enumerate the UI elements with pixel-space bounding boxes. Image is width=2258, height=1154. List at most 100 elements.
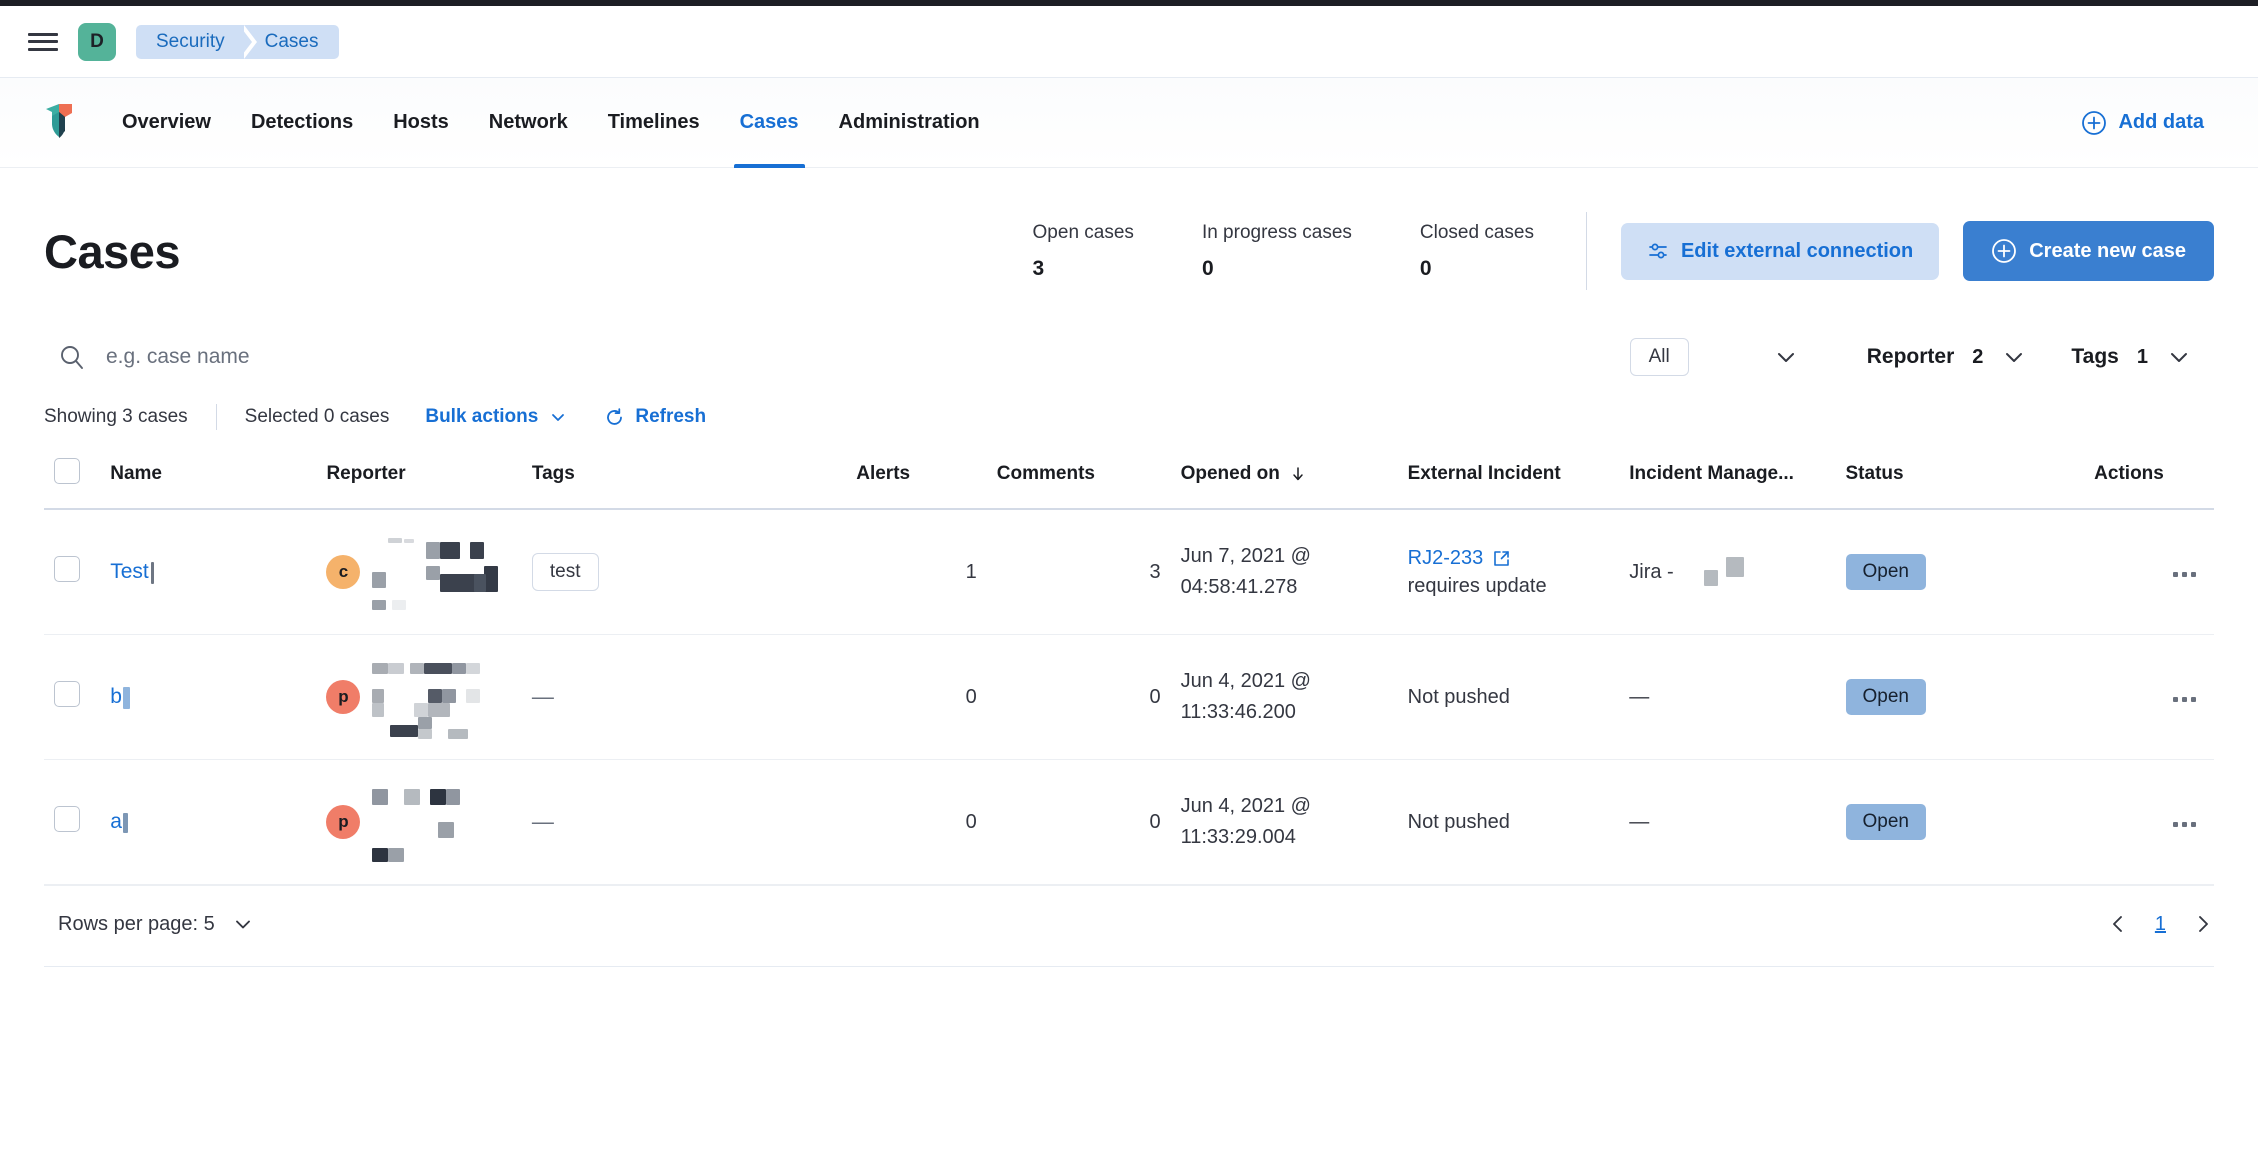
- alerts-cell: 0: [846, 634, 987, 760]
- actions-cell: [2084, 759, 2214, 885]
- opened-on-date: Jun 7, 2021 @: [1180, 545, 1311, 567]
- create-new-case-button[interactable]: Create new case: [1963, 221, 2214, 281]
- opened-on-time: 11:33:46.200: [1180, 701, 1296, 723]
- breadcrumb-item-security[interactable]: Security: [136, 24, 257, 59]
- table-row[interactable]: b p — 0 0 Jun 4, 2021 @ 11:33:46.200 Not…: [44, 634, 2214, 760]
- case-name-cell: b: [100, 634, 317, 760]
- status-filter-all-button[interactable]: All: [1629, 338, 1689, 376]
- ellipsis-icon[interactable]: [2165, 564, 2204, 585]
- status-badge[interactable]: Open: [1845, 679, 1926, 715]
- actions-cell: [2084, 509, 2214, 635]
- nav-item-overview[interactable]: Overview: [102, 78, 231, 168]
- column-header-status[interactable]: Status: [1835, 446, 2085, 510]
- stat-open-cases-label: Open cases: [1032, 221, 1134, 243]
- plus-in-circle-icon: [1991, 238, 2017, 264]
- tag-pill[interactable]: test: [531, 553, 599, 591]
- external-incident-id: RJ2-233: [1407, 546, 1484, 569]
- column-header-opened-on[interactable]: Opened on: [1170, 446, 1398, 510]
- space-avatar[interactable]: D: [78, 22, 116, 61]
- app-navigation: Overview Detections Hosts Network Timeli…: [0, 78, 2258, 168]
- table-utility-bar: Showing 3 cases Selected 0 cases Bulk ac…: [44, 396, 2214, 446]
- arrow-down-icon: [1289, 465, 1307, 483]
- chevron-down-icon: [548, 407, 568, 427]
- add-data-button[interactable]: Add data: [2081, 110, 2214, 136]
- chevron-down-icon: [231, 912, 255, 936]
- external-link-icon: [1492, 549, 1511, 568]
- nav-item-cases[interactable]: Cases: [720, 78, 819, 168]
- stat-closed-cases-value: 0: [1419, 256, 1432, 280]
- status-badge[interactable]: Open: [1845, 804, 1926, 840]
- cases-table: Name Reporter Tags Alerts Comments Opene…: [44, 446, 2214, 885]
- table-footer: Rows per page: 5 1: [44, 885, 2214, 966]
- refresh-label: Refresh: [635, 406, 707, 427]
- tags-filter-count: 1: [2136, 345, 2148, 368]
- column-header-external-incident[interactable]: External Incident: [1397, 446, 1620, 510]
- rows-per-page-selector[interactable]: Rows per page: 5: [58, 912, 255, 936]
- global-header: D Security Cases: [0, 6, 2258, 78]
- page-header-actions: Open cases 3 In progress cases 0 Closed …: [1033, 212, 2214, 290]
- table-row[interactable]: a p — 0 0 Jun 4, 2021 @ 11:33:29.004 Not…: [44, 759, 2214, 885]
- column-header-reporter[interactable]: Reporter: [316, 446, 522, 510]
- tags-cell: —: [521, 759, 847, 885]
- table-row[interactable]: Test c test 1 3 Jun 7, 2021 @ 04:58:41.2…: [44, 509, 2214, 635]
- external-incident-link[interactable]: RJ2-233: [1408, 547, 1512, 570]
- ellipsis-icon[interactable]: [2165, 689, 2204, 710]
- reporter-filter[interactable]: Reporter 2: [1845, 344, 2050, 370]
- status-badge[interactable]: Open: [1845, 554, 1926, 590]
- bulk-actions-button[interactable]: Bulk actions: [425, 406, 568, 428]
- chevron-left-icon[interactable]: [2107, 913, 2129, 935]
- tags-filter[interactable]: Tags 1: [2049, 344, 2214, 370]
- opened-on-time: 11:33:29.004: [1180, 826, 1296, 848]
- edit-external-connection-button[interactable]: Edit external connection: [1620, 222, 1940, 280]
- opened-on-date: Jun 4, 2021 @: [1180, 795, 1311, 817]
- case-name-link[interactable]: b: [110, 685, 122, 708]
- filter-bar: e.g. case name All Reporter 2 Tags 1: [44, 316, 2214, 396]
- row-checkbox[interactable]: [54, 556, 80, 582]
- reporter-filter-count: 2: [1972, 345, 1984, 368]
- column-header-comments[interactable]: Comments: [986, 446, 1171, 510]
- select-all-checkbox[interactable]: [54, 458, 80, 484]
- plus-in-circle-icon: [2081, 110, 2107, 136]
- external-incident-cell: Not pushed: [1397, 759, 1620, 885]
- nav-item-network[interactable]: Network: [469, 78, 588, 168]
- opened-on-time: 04:58:41.278: [1180, 576, 1298, 598]
- stat-open-cases-value: 3: [1032, 256, 1045, 280]
- nav-item-administration[interactable]: Administration: [819, 78, 1000, 168]
- reporter-name-redacted: [370, 661, 500, 739]
- reporter-name-redacted: [370, 786, 500, 862]
- chevron-right-icon[interactable]: [2192, 913, 2214, 935]
- refresh-icon: [604, 407, 625, 428]
- pagination-page-1[interactable]: 1: [2155, 913, 2166, 936]
- table-header: Name Reporter Tags Alerts Comments Opene…: [44, 446, 2214, 510]
- hamburger-icon[interactable]: [28, 31, 58, 53]
- stat-open-cases: Open cases 3: [1033, 222, 1168, 281]
- column-header-incident-management[interactable]: Incident Manage...: [1619, 446, 1836, 510]
- incident-management-cell: —: [1619, 634, 1836, 760]
- search-input[interactable]: e.g. case name: [58, 343, 1630, 371]
- refresh-button[interactable]: Refresh: [604, 406, 706, 428]
- column-header-alerts[interactable]: Alerts: [846, 446, 987, 510]
- case-name-link[interactable]: a: [110, 810, 122, 833]
- header-divider: [1585, 212, 1587, 290]
- case-name-link[interactable]: Test: [110, 560, 149, 583]
- row-checkbox[interactable]: [54, 806, 80, 832]
- reporter-filter-label: Reporter: [1866, 345, 1955, 368]
- nav-item-detections[interactable]: Detections: [231, 78, 373, 168]
- stat-in-progress-cases: In progress cases 0: [1168, 222, 1386, 281]
- nav-item-timelines[interactable]: Timelines: [588, 78, 720, 168]
- column-header-name[interactable]: Name: [100, 446, 317, 510]
- status-filter-chevron-down-icon[interactable]: [1689, 344, 1845, 370]
- reporter-cell: p: [316, 759, 522, 885]
- page-title: Cases: [44, 224, 181, 278]
- ellipsis-icon[interactable]: [2165, 814, 2204, 835]
- nav-item-hosts[interactable]: Hosts: [373, 78, 469, 168]
- stat-in-progress-cases-value: 0: [1201, 256, 1214, 280]
- redaction-block: [122, 812, 128, 833]
- search-icon: [58, 343, 86, 371]
- opened-on-cell: Jun 4, 2021 @ 11:33:46.200: [1170, 634, 1398, 760]
- column-header-tags[interactable]: Tags: [521, 446, 847, 510]
- opened-on-cell: Jun 4, 2021 @ 11:33:29.004: [1170, 759, 1398, 885]
- elastic-security-shield-logo: [44, 103, 74, 143]
- stat-in-progress-cases-label: In progress cases: [1201, 221, 1352, 243]
- row-checkbox[interactable]: [54, 681, 80, 707]
